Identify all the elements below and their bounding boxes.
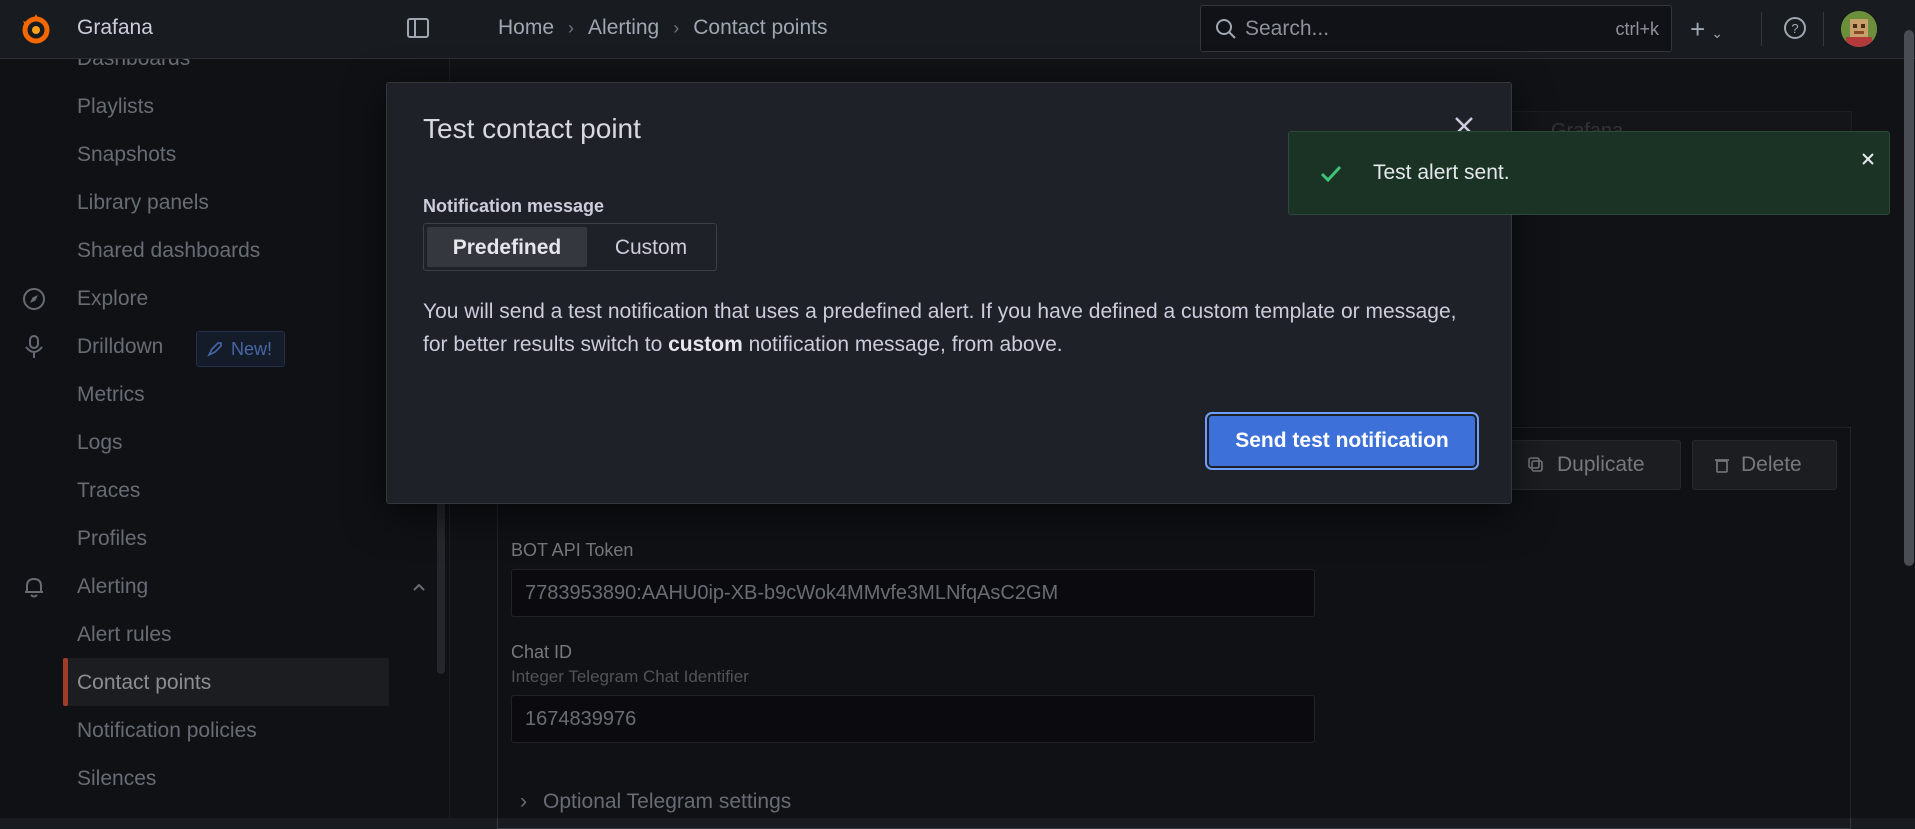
message-type-radio-group: Predefined Custom (423, 223, 717, 271)
modal-description: You will send a test notification that u… (423, 295, 1483, 361)
notification-message-label: Notification message (423, 196, 605, 216)
breadcrumb-contact-points: Contact points (693, 16, 828, 39)
check-icon (1320, 165, 1342, 183)
page-scrollbar[interactable] (1904, 30, 1914, 566)
chevron-down-icon: ⌄ (1711, 25, 1723, 41)
search-input[interactable]: Search... ctrl+k (1200, 5, 1672, 52)
send-test-notification-button[interactable]: Send test notification (1209, 416, 1475, 466)
chevron-right-icon: › (673, 17, 680, 38)
breadcrumb: Home › Alerting › Contact points (498, 16, 827, 40)
radio-predefined[interactable]: Predefined (427, 227, 587, 267)
top-bar: Grafana Home › Alerting › Contact points… (0, 0, 1915, 59)
search-placeholder: Search... (1245, 17, 1330, 40)
help-icon[interactable]: ? (1783, 16, 1807, 40)
send-button-label: Send test notification (1235, 429, 1449, 452)
divider (1823, 12, 1824, 46)
divider (1761, 12, 1762, 46)
app-name: Grafana (77, 16, 153, 39)
radio-custom-label: Custom (614, 236, 688, 259)
dock-menu-icon[interactable] (406, 16, 430, 40)
grafana-logo-icon[interactable] (18, 11, 54, 47)
description-text-end: notification message, from above. (742, 333, 1063, 356)
plus-icon: + (1690, 14, 1706, 44)
new-menu-button[interactable]: + ⌄ (1690, 14, 1723, 45)
search-shortcut: ctrl+k (1615, 19, 1659, 39)
close-icon[interactable] (1859, 150, 1877, 168)
breadcrumb-alerting[interactable]: Alerting (588, 16, 659, 40)
search-icon (1216, 19, 1236, 39)
modal-title: Test contact point (423, 113, 641, 144)
breadcrumb-home[interactable]: Home (498, 16, 554, 40)
description-emphasis: custom (668, 333, 743, 356)
radio-predefined-label: Predefined (452, 236, 562, 259)
toast-message: Test alert sent. (1373, 161, 1510, 184)
user-avatar[interactable] (1841, 11, 1877, 47)
radio-custom[interactable]: Custom (589, 227, 713, 267)
success-toast: Test alert sent. (1288, 131, 1890, 215)
chevron-right-icon: › (568, 17, 575, 38)
svg-text:?: ? (1791, 21, 1798, 36)
